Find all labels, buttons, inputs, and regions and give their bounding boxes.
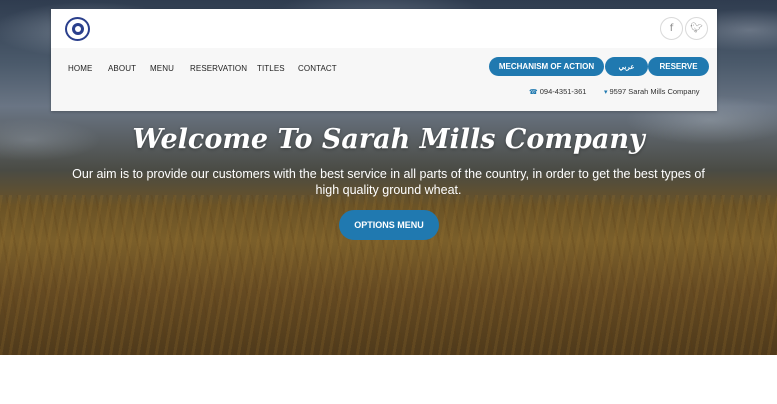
logo-emblem-icon — [71, 23, 84, 35]
arabic-language-button[interactable]: عربي — [605, 57, 648, 76]
hero-subtitle: Our aim is to provide our customers with… — [72, 167, 705, 197]
company-logo[interactable] — [65, 17, 90, 41]
contact-address: ▾ 9597 Sarah Mills Company — [604, 87, 700, 96]
twitter-icon[interactable]: 🐦︎ — [685, 17, 708, 40]
reserve-button[interactable]: RESERVE — [648, 57, 709, 76]
header-top-bar: f 🐦︎ — [51, 9, 717, 48]
mechanism-of-action-button[interactable]: MECHANISM OF ACTION — [489, 57, 604, 76]
options-menu-button[interactable]: OPTIONS MENU — [339, 210, 439, 240]
nav-contact[interactable]: CONTACT — [298, 64, 337, 73]
phone-icon: ☎ — [529, 87, 538, 96]
nav-menu[interactable]: MENU — [150, 64, 174, 73]
address-text: 9597 Sarah Mills Company — [609, 87, 700, 96]
contact-phone: ☎ 094-4351-361 — [529, 87, 586, 96]
nav-about[interactable]: ABOUT — [108, 64, 136, 73]
facebook-icon[interactable]: f — [660, 17, 683, 40]
nav-titles[interactable]: TITLES — [257, 64, 285, 73]
hero-title: Welcome To Sarah Mills Company — [132, 124, 645, 155]
nav-reservation[interactable]: RESERVATION — [190, 64, 247, 73]
map-marker-icon: ▾ — [604, 87, 608, 96]
header-nav-bar: HOME ABOUT MENU RESERVATION TITLES CONTA… — [51, 48, 717, 111]
nav-home[interactable]: HOME — [68, 64, 92, 73]
site-header: f 🐦︎ HOME ABOUT MENU RESERVATION TITLES … — [51, 9, 717, 111]
phone-number: 094-4351-361 — [539, 87, 587, 96]
